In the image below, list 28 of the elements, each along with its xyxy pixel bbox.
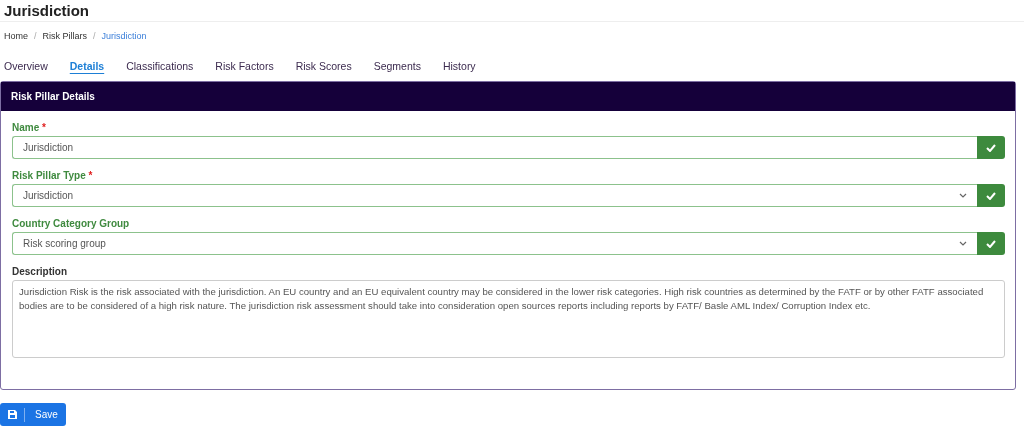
field-label: Country Category Group — [12, 217, 131, 231]
select-field[interactable]: Risk scoring group — [12, 232, 977, 255]
select-field[interactable]: Jurisdiction — [12, 184, 977, 207]
check-icon — [986, 239, 996, 248]
chevron-down-icon — [959, 192, 967, 199]
field-label: Description — [12, 265, 68, 279]
check-icon — [986, 143, 996, 152]
breadcrumb-separator: / — [34, 31, 37, 43]
chevron-down-icon — [959, 240, 967, 247]
description-field[interactable]: Jurisdiction Risk is the risk associated with the jurisdiction. An EU country and an EU equivalent country may be considered in the lower risk categories. High risk countries as determined by the FATF or by other FATF associated bodies are to be considered of a high risk nature. The jurisdiction risk assessment should take into consideration open sources reports including reports by FATF/ Basle AML Index/ Corruption Index etc. — [12, 280, 1005, 358]
tab[interactable]: Overview — [0, 58, 52, 74]
tab[interactable]: Risk Factors — [211, 58, 278, 74]
tab[interactable]: Segments — [369, 58, 425, 74]
check-icon — [986, 191, 996, 200]
field-label: Name * — [12, 121, 47, 135]
input-field[interactable]: Jurisdiction — [12, 136, 977, 159]
page-title: Jurisdiction — [0, 0, 1024, 22]
save-button[interactable]: Save — [0, 403, 66, 426]
tab[interactable]: Details — [65, 58, 109, 74]
breadcrumb-link[interactable]: Jurisdiction — [101, 31, 147, 45]
field-label: Risk Pillar Type * — [12, 169, 94, 183]
tab[interactable]: Risk Scores — [291, 58, 356, 74]
breadcrumb-link[interactable]: Home — [4, 31, 28, 45]
panel-header: Risk Pillar Details — [1, 82, 1015, 111]
tab[interactable]: History — [438, 58, 480, 74]
tab[interactable]: Classifications — [122, 58, 198, 74]
breadcrumb-link[interactable]: Risk Pillars — [42, 31, 88, 45]
breadcrumb-separator: / — [93, 31, 96, 43]
